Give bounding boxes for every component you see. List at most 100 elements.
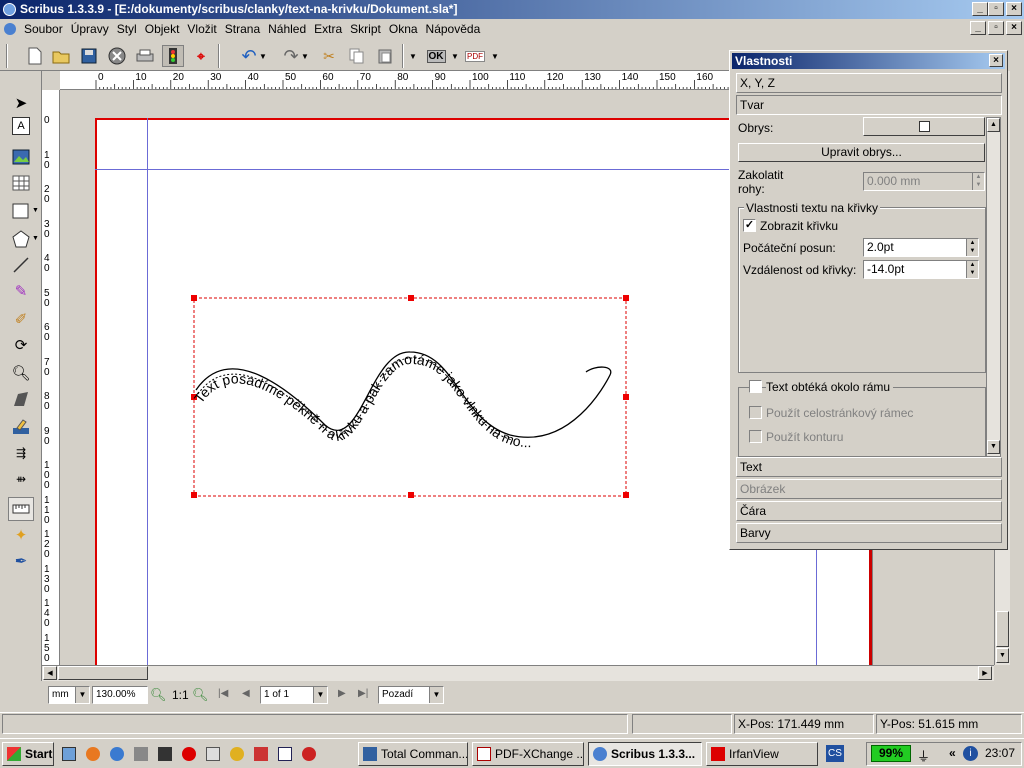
props-scrollbar[interactable]: ▲ ▼: [986, 117, 1001, 457]
network-icon[interactable]: [134, 747, 148, 761]
measure-tool-icon[interactable]: [8, 497, 34, 521]
doc-restore-icon[interactable]: ▫: [988, 21, 1004, 35]
print-icon[interactable]: [134, 45, 156, 67]
horizontal-scrollbar[interactable]: ◀ ▶: [42, 665, 994, 681]
game-icon[interactable]: [230, 747, 244, 761]
obrys-shape-button[interactable]: [863, 117, 985, 136]
vzdalenost-field[interactable]: -14.0pt ▲ ▼: [863, 260, 979, 279]
table-tool-icon[interactable]: [8, 171, 34, 195]
scroll-down-icon[interactable]: ▼: [996, 648, 1009, 663]
app-red-icon[interactable]: [302, 747, 316, 761]
ok-button[interactable]: OK: [424, 45, 448, 67]
splat-icon[interactable]: [182, 747, 196, 761]
section-xyz[interactable]: X, Y, Z: [736, 73, 1002, 93]
select-tool-icon[interactable]: ➤: [8, 91, 34, 115]
document-icon[interactable]: [4, 23, 16, 35]
chevron-down-icon[interactable]: ▼: [313, 687, 327, 703]
save-icon[interactable]: [78, 45, 100, 67]
undo-dropdown-icon[interactable]: ▼: [258, 45, 268, 67]
scroll-left-icon[interactable]: ◀: [43, 666, 57, 680]
tray-expand-icon[interactable]: «: [949, 746, 956, 760]
new-document-icon[interactable]: [24, 45, 46, 67]
section-cara[interactable]: Čára: [736, 501, 1002, 521]
last-page-icon[interactable]: ▶|: [358, 688, 368, 699]
menu-item[interactable]: Vložit: [183, 19, 220, 39]
spin-icon[interactable]: ▲ ▼: [966, 239, 978, 256]
layer-select[interactable]: Pozadí ▼: [378, 686, 444, 704]
prev-page-icon[interactable]: ◀: [242, 688, 250, 699]
zoom-tool-icon[interactable]: 🔍︎: [8, 361, 34, 385]
edit-text-tool-icon[interactable]: [8, 415, 34, 439]
export-pdf-icon[interactable]: ⌖: [190, 45, 212, 67]
menu-item[interactable]: Strana: [221, 19, 264, 39]
line-tool-icon[interactable]: [8, 253, 34, 277]
menu-item[interactable]: Nápověda: [422, 19, 485, 39]
rotate-tool-icon[interactable]: ⟳: [8, 333, 34, 357]
power-plug-icon[interactable]: ⏚: [917, 746, 930, 765]
preflight-icon[interactable]: [162, 45, 184, 67]
start-button[interactable]: Start: [2, 742, 54, 766]
tool-icon[interactable]: [158, 747, 172, 761]
chevron-up-icon[interactable]: ▲: [987, 118, 1000, 132]
eyedropper-tool-icon[interactable]: ✒: [8, 549, 34, 573]
undo-icon[interactable]: ↶: [238, 45, 260, 67]
app-icon[interactable]: [3, 3, 16, 16]
shape-tool-icon[interactable]: [8, 199, 34, 223]
menu-item[interactable]: Objekt: [141, 19, 184, 39]
doc-minimize-icon[interactable]: _: [970, 21, 986, 35]
chevron-down-icon[interactable]: ▼: [987, 440, 1000, 454]
section-obrazek[interactable]: Obrázek: [736, 479, 1002, 499]
copy-icon[interactable]: [346, 45, 368, 67]
celostrankovy-checkbox[interactable]: [749, 406, 762, 419]
unit-select[interactable]: mm ▼: [48, 686, 90, 704]
hscroll-thumb[interactable]: [58, 666, 148, 680]
freehand-tool-icon[interactable]: ✐: [8, 307, 34, 331]
image-frame-tool-icon[interactable]: [8, 145, 34, 169]
zobrazit-krivku-checkbox[interactable]: ✓: [743, 219, 756, 232]
zakolatit-rohy-field[interactable]: 0.000 mm ▲ ▼: [863, 172, 985, 191]
zoom-out-icon[interactable]: 🔍︎: [150, 687, 167, 703]
pdf-dropdown-icon[interactable]: ▼: [490, 45, 500, 67]
edit-contents-tool-icon[interactable]: [8, 387, 34, 411]
calculator-icon[interactable]: [206, 747, 220, 761]
unlink-frames-tool-icon[interactable]: ⇻: [8, 467, 34, 491]
properties-close-icon[interactable]: ×: [989, 54, 1003, 67]
menu-item[interactable]: Náhled: [264, 19, 310, 39]
vscroll-thumb[interactable]: [996, 611, 1009, 647]
pdf-tools-button[interactable]: PDF: [464, 45, 486, 67]
battery-indicator[interactable]: 99%: [871, 745, 911, 762]
link-frames-tool-icon[interactable]: ⇶: [8, 441, 34, 465]
cut-icon[interactable]: ✂: [318, 45, 340, 67]
pocatecni-posun-field[interactable]: 2.0pt ▲ ▼: [863, 238, 979, 257]
text-frame-tool-icon[interactable]: A: [12, 117, 30, 135]
horizontal-ruler[interactable]: 0 10 20 30 40 50 60 70 80 90 100 110 120 130 140 150 160: [60, 71, 730, 90]
section-tvar[interactable]: Tvar: [736, 95, 1002, 115]
section-text[interactable]: Text: [736, 457, 1002, 477]
bezier-tool-icon[interactable]: ✎: [8, 279, 34, 303]
cs-language-icon[interactable]: CS: [826, 745, 844, 762]
section-barvy[interactable]: Barvy: [736, 523, 1002, 543]
next-page-icon[interactable]: ▶: [338, 688, 346, 699]
spin-icon[interactable]: ▲ ▼: [966, 261, 978, 278]
info-icon[interactable]: i: [963, 746, 978, 761]
copy-properties-tool-icon[interactable]: ✦: [8, 523, 34, 547]
zoom-field[interactable]: 130.00%: [92, 686, 148, 704]
upravit-obrys-button[interactable]: Upravit obrys...: [738, 143, 985, 162]
mode-dropdown-icon[interactable]: ▼: [408, 45, 418, 67]
open-folder-icon[interactable]: [50, 45, 72, 67]
redo-dropdown-icon[interactable]: ▼: [300, 45, 310, 67]
kontura-checkbox[interactable]: [749, 430, 762, 443]
desktop-icon[interactable]: [62, 747, 76, 761]
vertical-ruler[interactable]: 0 1 0 2 0 3 0 4 0 5 0 6 0 7 0 8 0 9 0 1 0 0 1 1 0 1 …: [42, 90, 60, 665]
minimize-icon[interactable]: _: [972, 2, 988, 16]
close-icon[interactable]: ×: [1006, 2, 1022, 16]
spin-icon[interactable]: ▲ ▼: [972, 173, 984, 190]
chevron-down-icon[interactable]: ▼: [75, 687, 89, 703]
zoom-in-icon[interactable]: 🔍︎: [192, 687, 209, 703]
scroll-right-icon[interactable]: ▶: [978, 666, 992, 680]
page-select[interactable]: 1 of 1 ▼: [260, 686, 328, 704]
chevron-down-icon[interactable]: ▼: [429, 687, 443, 703]
globe-icon[interactable]: [110, 747, 124, 761]
heart-icon[interactable]: [254, 747, 268, 761]
task-scribus[interactable]: Scribus 1.3.3...: [588, 742, 702, 766]
